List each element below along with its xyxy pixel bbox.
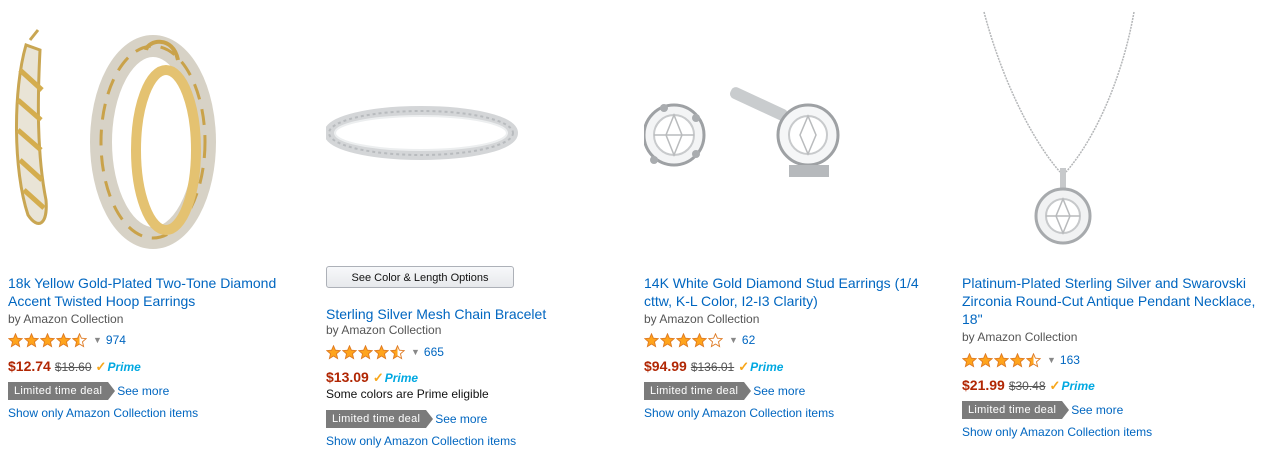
see-more-link[interactable]: See more bbox=[435, 412, 487, 426]
byline: by Amazon Collection bbox=[326, 323, 442, 337]
prime-check-icon: ✓ bbox=[372, 370, 384, 385]
star-icon bbox=[978, 352, 993, 367]
product-card-hoop-earrings: 18k Yellow Gold-Plated Two-Tone Diamond … bbox=[8, 0, 308, 449]
star-icon bbox=[644, 332, 659, 347]
see-more-link[interactable]: See more bbox=[1071, 403, 1123, 417]
prime-badge: ✓ Prime bbox=[1050, 378, 1095, 394]
product-card-bracelet: See Color & Length Options Sterling Silv… bbox=[326, 0, 626, 449]
star-icon bbox=[962, 352, 977, 367]
list-price: $18.60 bbox=[54, 360, 92, 374]
see-more-link[interactable]: See more bbox=[753, 384, 805, 398]
price: $12.74 bbox=[8, 358, 51, 374]
byline: by Amazon Collection bbox=[8, 312, 124, 326]
chevron-down-icon[interactable]: ▼ bbox=[411, 347, 420, 357]
hoop-earrings-image[interactable] bbox=[8, 0, 308, 262]
mesh-bracelet-image[interactable] bbox=[326, 0, 626, 262]
rating-row: ▼ 163 bbox=[962, 351, 1080, 369]
star-icon bbox=[326, 344, 341, 359]
chevron-down-icon[interactable]: ▼ bbox=[1047, 355, 1056, 365]
show-only-link[interactable]: Show only Amazon Collection items bbox=[326, 434, 516, 448]
list-price: $30.48 bbox=[1008, 379, 1046, 393]
star-icon bbox=[342, 344, 357, 359]
star-rating[interactable] bbox=[644, 332, 723, 348]
product-title[interactable]: Sterling Silver Mesh Chain Bracelet bbox=[326, 305, 626, 323]
prime-check-icon: ✓ bbox=[1049, 378, 1061, 393]
deal-badge: Limited time deal bbox=[644, 382, 752, 400]
star-rating[interactable] bbox=[962, 352, 1041, 368]
rating-row: ▼ 62 bbox=[644, 331, 755, 349]
pendant-necklace-icon bbox=[983, 11, 1135, 245]
prime-check-icon: ✓ bbox=[738, 359, 750, 374]
price-row: $94.99 $136.01 ✓ Prime bbox=[644, 358, 783, 375]
stud-earrings-icon bbox=[644, 87, 840, 177]
star-icon bbox=[358, 344, 373, 359]
prime-label: Prime bbox=[750, 360, 784, 374]
price: $21.99 bbox=[962, 377, 1005, 393]
deal-row: Limited time deal See more bbox=[326, 410, 487, 428]
star-icon bbox=[374, 344, 389, 359]
product-title[interactable]: Platinum-Plated Sterling Silver and Swar… bbox=[962, 274, 1262, 328]
star-icon bbox=[72, 332, 87, 347]
price: $94.99 bbox=[644, 358, 687, 374]
prime-badge: ✓ Prime bbox=[373, 370, 418, 386]
list-price: $136.01 bbox=[690, 360, 735, 374]
star-icon bbox=[24, 332, 39, 347]
deal-badge: Limited time deal bbox=[326, 410, 434, 428]
show-only-link[interactable]: Show only Amazon Collection items bbox=[8, 406, 198, 420]
star-icon bbox=[40, 332, 55, 347]
review-count-link[interactable]: 62 bbox=[742, 333, 755, 347]
bracelet-icon bbox=[326, 106, 518, 160]
deal-row: Limited time deal See more bbox=[644, 382, 805, 400]
byline: by Amazon Collection bbox=[644, 312, 760, 326]
star-icon bbox=[660, 332, 675, 347]
byline: by Amazon Collection bbox=[962, 330, 1078, 344]
star-icon bbox=[1026, 352, 1041, 367]
star-icon bbox=[708, 332, 723, 347]
chevron-down-icon[interactable]: ▼ bbox=[729, 335, 738, 345]
price-row: $13.09 ✓ Prime bbox=[326, 369, 418, 386]
star-icon bbox=[8, 332, 23, 347]
show-only-link[interactable]: Show only Amazon Collection items bbox=[962, 425, 1152, 439]
price: $13.09 bbox=[326, 369, 369, 385]
review-count-link[interactable]: 163 bbox=[1060, 353, 1080, 367]
deal-row: Limited time deal See more bbox=[962, 401, 1123, 419]
star-icon bbox=[56, 332, 71, 347]
price-row: $12.74 $18.60 ✓ Prime bbox=[8, 358, 141, 375]
star-icon bbox=[692, 332, 707, 347]
chevron-down-icon[interactable]: ▼ bbox=[93, 335, 102, 345]
star-icon bbox=[676, 332, 691, 347]
rating-row: ▼ 665 bbox=[326, 343, 444, 361]
hoop-earrings-icon bbox=[15, 29, 216, 249]
star-icon bbox=[994, 352, 1009, 367]
star-rating[interactable] bbox=[326, 344, 405, 360]
star-icon bbox=[390, 344, 405, 359]
pendant-necklace-image[interactable] bbox=[962, 0, 1262, 262]
prime-label: Prime bbox=[384, 371, 419, 385]
price-row: $21.99 $30.48 ✓ Prime bbox=[962, 377, 1095, 394]
product-card-stud-earrings: 14K White Gold Diamond Stud Earrings (1/… bbox=[644, 0, 944, 449]
star-icon bbox=[1010, 352, 1025, 367]
prime-badge: ✓ Prime bbox=[96, 359, 141, 375]
see-options-button[interactable]: See Color & Length Options bbox=[326, 266, 514, 288]
product-card-pendant: Platinum-Plated Sterling Silver and Swar… bbox=[962, 0, 1267, 449]
prime-check-icon: ✓ bbox=[95, 359, 107, 374]
stud-earrings-image[interactable] bbox=[644, 0, 944, 262]
see-more-link[interactable]: See more bbox=[117, 384, 169, 398]
prime-label: Prime bbox=[1061, 379, 1095, 393]
rating-row: ▼ 974 bbox=[8, 331, 126, 349]
colors-note: Some colors are Prime eligible bbox=[326, 387, 489, 401]
review-count-link[interactable]: 665 bbox=[424, 345, 444, 359]
prime-label: Prime bbox=[107, 360, 141, 374]
show-only-link[interactable]: Show only Amazon Collection items bbox=[644, 406, 834, 420]
product-title[interactable]: 14K White Gold Diamond Stud Earrings (1/… bbox=[644, 274, 944, 310]
deal-badge: Limited time deal bbox=[962, 401, 1070, 419]
review-count-link[interactable]: 974 bbox=[106, 333, 126, 347]
deal-row: Limited time deal See more bbox=[8, 382, 169, 400]
product-title[interactable]: 18k Yellow Gold-Plated Two-Tone Diamond … bbox=[8, 274, 308, 310]
prime-badge: ✓ Prime bbox=[738, 359, 783, 375]
deal-badge: Limited time deal bbox=[8, 382, 116, 400]
star-rating[interactable] bbox=[8, 332, 87, 348]
